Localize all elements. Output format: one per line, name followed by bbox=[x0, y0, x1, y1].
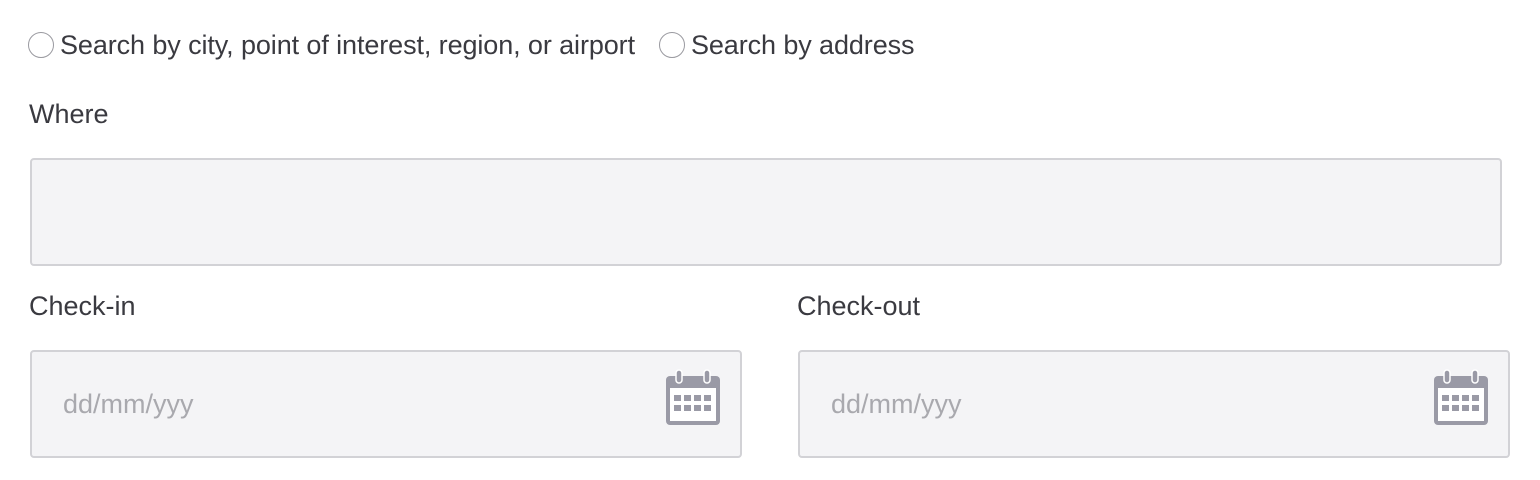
checkin-placeholder: dd/mm/yyy bbox=[63, 389, 194, 419]
checkout-placeholder: dd/mm/yyy bbox=[831, 389, 962, 419]
checkin-label: Check-in bbox=[29, 291, 136, 321]
where-label: Where bbox=[29, 99, 109, 129]
radio-button-city[interactable] bbox=[28, 32, 54, 58]
checkout-label: Check-out bbox=[797, 291, 921, 321]
search-mode-radio-group: Search by city, point of interest, regio… bbox=[28, 28, 915, 62]
where-input[interactable] bbox=[30, 158, 1502, 266]
radio-label-address[interactable]: Search by address bbox=[691, 30, 915, 61]
calendar-icon[interactable] bbox=[1432, 369, 1490, 427]
calendar-icon[interactable] bbox=[664, 369, 722, 427]
checkin-date-input[interactable]: dd/mm/yyy bbox=[30, 350, 742, 458]
checkout-date-input[interactable]: dd/mm/yyy bbox=[798, 350, 1510, 458]
radio-option-city[interactable]: Search by city, point of interest, regio… bbox=[28, 30, 635, 61]
radio-label-city[interactable]: Search by city, point of interest, regio… bbox=[60, 30, 635, 61]
radio-option-address[interactable]: Search by address bbox=[658, 30, 915, 61]
radio-button-address[interactable] bbox=[658, 32, 685, 58]
